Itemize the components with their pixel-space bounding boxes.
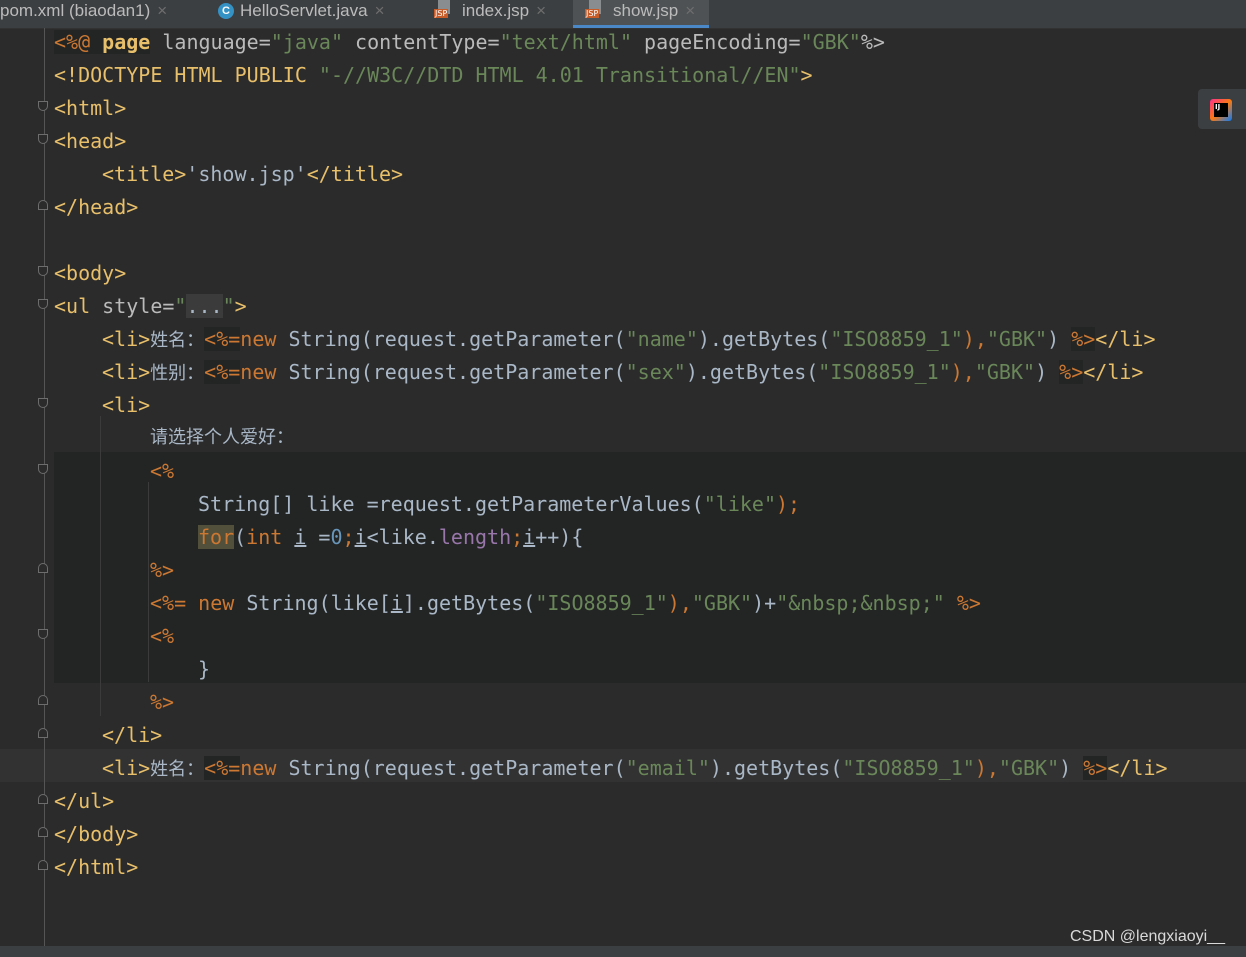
jsp-file-icon: JSP — [434, 0, 456, 20]
close-icon[interactable]: × — [536, 1, 546, 20]
tab-pom-xml[interactable]: pom.xml (biaodan1) × — [0, 0, 167, 28]
code-line: <li>性别：<%=new String(request.getParamete… — [102, 360, 1144, 384]
close-icon[interactable]: × — [375, 1, 385, 20]
gutter-separator — [44, 28, 45, 946]
fold-marker[interactable] — [38, 299, 48, 309]
code-line: <ul style="..."> — [54, 294, 247, 318]
horizontal-scrollbar[interactable] — [0, 946, 1246, 957]
fold-marker[interactable] — [38, 563, 48, 573]
tab-index-jsp[interactable]: JSP index.jsp × — [434, 0, 546, 28]
code-line: <!DOCTYPE HTML PUBLIC "-//W3C//DTD HTML … — [54, 63, 813, 87]
code-line: </html> — [54, 855, 139, 879]
tab-label: HelloServlet.java — [240, 1, 368, 20]
code-editor[interactable]: <%@ page language="java" contentType="te… — [0, 28, 1246, 946]
code-line: } — [198, 657, 211, 681]
code-line: <%= new String(like[i].getBytes("ISO8859… — [150, 591, 981, 615]
code-line: <li> — [102, 393, 151, 417]
fold-marker[interactable] — [38, 629, 48, 639]
fold-marker[interactable] — [38, 827, 48, 837]
code-line: 请选择个人爱好： — [150, 427, 294, 448]
close-icon[interactable]: × — [685, 1, 695, 20]
indent-guide — [100, 416, 101, 716]
watermark: CSDN @lengxiaoyi__ — [1070, 928, 1225, 945]
close-icon[interactable]: × — [157, 1, 167, 20]
tab-label: show.jsp — [613, 1, 679, 20]
code-line: </body> — [54, 822, 139, 846]
code-line: %> — [150, 690, 175, 714]
fold-marker[interactable] — [38, 794, 48, 804]
code-line: <html> — [54, 96, 127, 120]
editor-tab-bar: pom.xml (biaodan1) × C HelloServlet.java × … — [0, 0, 1246, 29]
code-line: <li>姓名：<%=new String(request.getParamete… — [102, 756, 1168, 780]
tab-label: index.jsp — [462, 1, 530, 20]
tab-show-jsp[interactable]: JSP show.jsp × — [573, 0, 710, 28]
code-line: </li> — [102, 723, 163, 747]
jsp-file-icon: JSP — [585, 0, 607, 20]
fold-marker[interactable] — [38, 398, 48, 408]
indent-guide — [148, 482, 149, 682]
code-line: <title>'show.jsp'</title> — [102, 162, 404, 186]
fold-marker[interactable] — [38, 134, 48, 144]
code-line: for(int i =0;i<like.length;i++){ — [198, 525, 584, 549]
folded-text-placeholder[interactable]: ... — [186, 294, 223, 318]
code-line: String[] like =request.getParameterValue… — [198, 492, 801, 516]
fold-marker[interactable] — [38, 695, 48, 705]
java-injection-block — [54, 452, 1246, 683]
fold-marker[interactable] — [38, 200, 48, 210]
tab-hello-servlet[interactable]: C HelloServlet.java × — [218, 0, 385, 28]
code-line: <%@ page language="java" contentType="te… — [54, 30, 885, 54]
fold-marker[interactable] — [38, 860, 48, 870]
code-line: <body> — [54, 261, 127, 285]
fold-marker[interactable] — [38, 728, 48, 738]
fold-marker[interactable] — [38, 464, 48, 474]
fold-marker[interactable] — [38, 101, 48, 111]
code-line: <% — [150, 624, 175, 648]
code-line: </ul> — [54, 789, 115, 813]
intellij-logo-icon: IJ — [1210, 99, 1232, 121]
code-line: <li>姓名：<%=new String(request.getParamete… — [102, 327, 1156, 351]
code-line: <% — [150, 459, 175, 483]
java-class-icon: C — [218, 3, 234, 19]
code-line: <head> — [54, 129, 127, 153]
ide-floating-button[interactable]: IJ — [1198, 89, 1246, 129]
code-line: %> — [150, 558, 175, 582]
fold-marker[interactable] — [38, 266, 48, 276]
tab-label: pom.xml (biaodan1) — [0, 1, 151, 20]
code-line: </head> — [54, 195, 139, 219]
